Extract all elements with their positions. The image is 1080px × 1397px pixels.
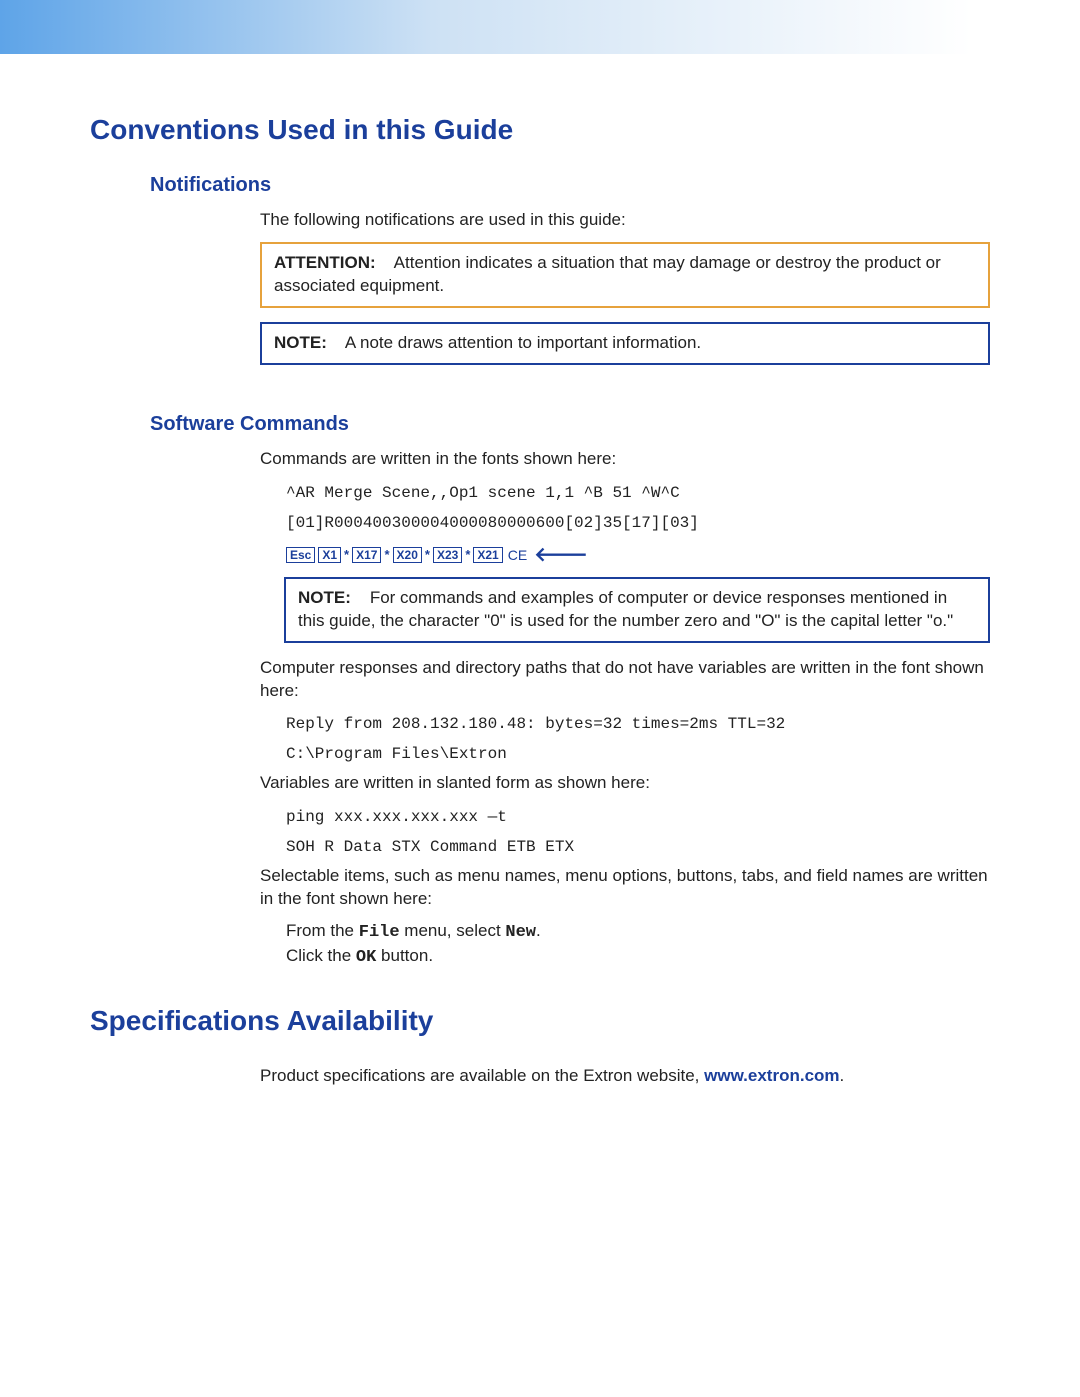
page-content: Conventions Used in this Guide Notificat…	[0, 54, 1080, 1088]
specs-text-pre: Product specifications are available on …	[260, 1066, 704, 1085]
variable-example-line-1: ping xxx.xxx.xxx.xxx —t	[286, 805, 990, 829]
variable-example-line-2: SOH R Data STX Command ETB ETX	[286, 835, 990, 859]
note-text-2: For commands and examples of computer or…	[298, 588, 953, 630]
heading-conventions: Conventions Used in this Guide	[90, 114, 990, 146]
responses-intro-text: Computer responses and directory paths t…	[260, 657, 990, 703]
page: Conventions Used in this Guide Notificat…	[0, 0, 1080, 1397]
attention-callout: ATTENTION: Attention indicates a situati…	[260, 242, 990, 308]
selectable-intro-text: Selectable items, such as menu names, me…	[260, 865, 990, 911]
section-software-commands: Software Commands	[150, 413, 990, 436]
ui-text: From the	[286, 921, 359, 940]
keycap-x20: X20	[393, 547, 422, 563]
notifications-body: The following notifications are used in …	[260, 209, 990, 365]
response-example-line-1: Reply from 208.132.180.48: bytes=32 time…	[286, 712, 990, 736]
ui-example-ok-button: Click the OK button.	[286, 946, 990, 967]
note-callout-1: NOTE: A note draws attention to importan…	[260, 322, 990, 365]
subheading-software-commands: Software Commands	[150, 413, 990, 436]
note-label-2: NOTE:	[298, 588, 351, 607]
asterisk-icon: *	[384, 547, 389, 562]
note-callout-2: NOTE: For commands and examples of compu…	[284, 577, 990, 643]
command-example-line-1: ^AR Merge Scene,,Op1 scene 1,1 ^B 51 ^W^…	[286, 481, 990, 505]
ui-new-option: New	[505, 923, 536, 942]
keycap-x1: X1	[318, 547, 341, 563]
note-text-1: A note draws attention to important info…	[345, 333, 701, 352]
specs-text-post: .	[840, 1066, 845, 1085]
software-intro-text: Commands are written in the fonts shown …	[260, 448, 990, 471]
ui-example-file-new: From the File menu, select New.	[286, 921, 990, 942]
heading-specifications: Specifications Availability	[90, 1005, 990, 1037]
ui-text: Click the	[286, 946, 356, 965]
keycap-x21: X21	[473, 547, 502, 563]
specifications-text: Product specifications are available on …	[260, 1065, 990, 1088]
header-gradient-bar	[0, 0, 1080, 54]
ui-text: .	[536, 921, 541, 940]
extron-website-link[interactable]: www.extron.com	[704, 1066, 839, 1085]
keycap-sequence: Esc X1 * X17 * X20 * X23 * X21 CE 🡐	[286, 547, 990, 563]
ui-file-menu: File	[359, 923, 400, 942]
keycap-x23: X23	[433, 547, 462, 563]
ui-text: menu, select	[400, 921, 506, 940]
command-example-line-2: [01]R000400300004000080000600[02]35[17][…	[286, 511, 990, 535]
asterisk-icon: *	[465, 547, 470, 562]
ui-ok-button-label: OK	[356, 948, 376, 967]
asterisk-icon: *	[425, 547, 430, 562]
ce-label: CE	[508, 547, 527, 563]
attention-label: ATTENTION:	[274, 253, 376, 272]
note-label-1: NOTE:	[274, 333, 327, 352]
software-commands-body: Commands are written in the fonts shown …	[260, 448, 990, 968]
subheading-notifications: Notifications	[150, 174, 990, 197]
ui-text: button.	[376, 946, 433, 965]
specifications-body: Product specifications are available on …	[260, 1065, 990, 1088]
variables-intro-text: Variables are written in slanted form as…	[260, 772, 990, 795]
keycap-esc: Esc	[286, 547, 315, 563]
asterisk-icon: *	[344, 547, 349, 562]
keycap-x17: X17	[352, 547, 381, 563]
section-notifications: Notifications	[150, 174, 990, 197]
response-example-line-2: C:\Program Files\Extron	[286, 742, 990, 766]
notifications-intro-text: The following notifications are used in …	[260, 209, 990, 232]
